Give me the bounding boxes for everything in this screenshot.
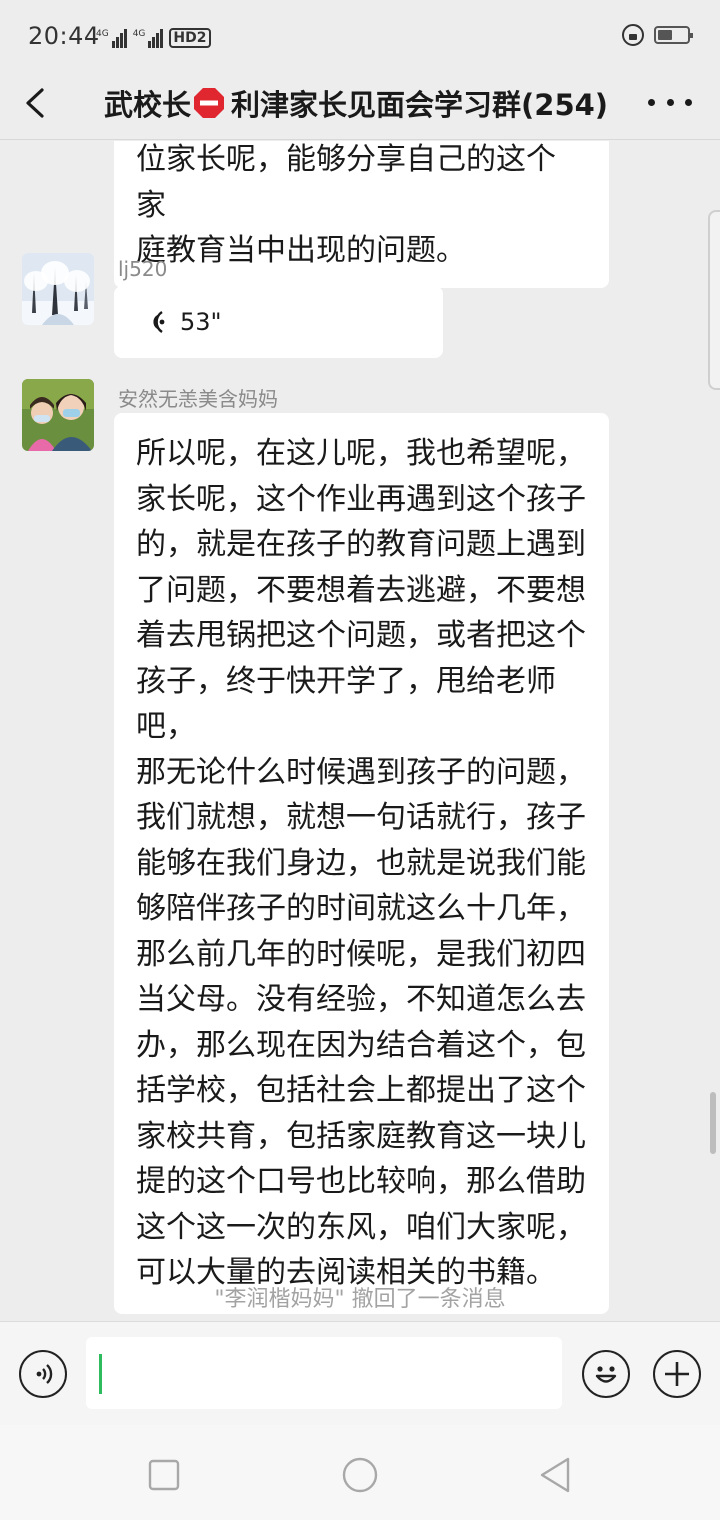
emoji-button[interactable] bbox=[582, 1350, 630, 1398]
emoji-icon bbox=[595, 1366, 617, 1383]
voice-message-bubble[interactable]: 53" bbox=[114, 286, 443, 358]
signal-1-label: 4G bbox=[96, 29, 109, 39]
input-bar bbox=[0, 1321, 720, 1425]
hd-icon: HD2 bbox=[169, 28, 211, 48]
sender-name: 安然无恙美含妈妈 bbox=[118, 387, 278, 411]
more-dots-icon bbox=[648, 98, 655, 106]
avatar-snowy-trees[interactable] bbox=[22, 253, 94, 325]
text-caret bbox=[99, 1354, 102, 1394]
triangle-back-icon bbox=[540, 1457, 570, 1493]
signal-2-label: 4G bbox=[132, 29, 146, 39]
plus-button[interactable] bbox=[653, 1350, 701, 1398]
battery-fill bbox=[658, 30, 672, 40]
circle-home-icon bbox=[342, 1457, 378, 1493]
sender-name: lj520 bbox=[118, 257, 168, 281]
status-time: 20:44 bbox=[28, 22, 100, 50]
mother-child-avatar-icon bbox=[22, 379, 94, 451]
back-button[interactable] bbox=[14, 78, 58, 128]
snowy-trees-avatar-icon bbox=[22, 253, 94, 325]
plus-icon bbox=[665, 1362, 689, 1386]
voice-wave-icon bbox=[153, 311, 165, 333]
edge-panel-handle[interactable] bbox=[708, 210, 720, 390]
text-message-bubble[interactable]: 所以呢，在这儿呢，我也希望呢， 家长呢，这个作业再遇到这个孩子 的，就是在孩子的… bbox=[114, 413, 609, 1314]
system-nav-bar bbox=[0, 1425, 720, 1520]
chevron-left-icon bbox=[26, 88, 44, 118]
recall-notice: "李润楷妈妈" 撤回了一条消息 bbox=[214, 1287, 506, 1312]
signal-icon: 4G bbox=[96, 29, 127, 48]
message-text: 位家长呢，能够分享自己的这个家 庭教育当中出现的问题。 bbox=[136, 142, 556, 268]
signal-indicators: 4G 4G HD2 bbox=[96, 22, 211, 48]
chat-title-prefix: 武校长 bbox=[104, 88, 192, 122]
avatar-mother-child[interactable] bbox=[22, 379, 94, 451]
home-button[interactable] bbox=[338, 1453, 382, 1497]
message-text: 所以呢，在这儿呢，我也希望呢， 家长呢，这个作业再遇到这个孩子 的，就是在孩子的… bbox=[136, 436, 586, 1290]
square-recent-icon bbox=[148, 1459, 180, 1491]
status-bar: 20:44 4G 4G HD2 bbox=[0, 0, 720, 70]
chat-title[interactable]: 武校长 利津家长见面会学习群(254) bbox=[104, 78, 624, 128]
chat-header: 武校长 利津家长见面会学习群(254) bbox=[0, 70, 720, 140]
stop-sign-icon bbox=[194, 88, 225, 118]
battery-icon bbox=[654, 26, 693, 44]
message-input[interactable] bbox=[86, 1337, 562, 1409]
message-bubble-partial[interactable]: 位家长呢，能够分享自己的这个家 庭教育当中出现的问题。 bbox=[114, 141, 609, 288]
signal-icon: 4G bbox=[133, 29, 164, 48]
voice-mode-button[interactable] bbox=[19, 1350, 67, 1398]
message-list[interactable]: 位家长呢，能够分享自己的这个家 庭教育当中出现的问题。 lj520 53" 安然… bbox=[0, 141, 720, 1321]
system-back-button[interactable] bbox=[534, 1453, 578, 1497]
chat-title-suffix: 利津家长见面会学习群(254) bbox=[231, 88, 609, 122]
more-button[interactable] bbox=[648, 82, 692, 122]
voice-mode-icon bbox=[36, 1364, 53, 1384]
status-right bbox=[622, 24, 693, 46]
voice-duration: 53" bbox=[180, 308, 222, 336]
recent-apps-button[interactable] bbox=[142, 1453, 186, 1497]
rotation-lock-icon bbox=[622, 24, 644, 46]
scrollbar-thumb[interactable] bbox=[710, 1092, 716, 1154]
